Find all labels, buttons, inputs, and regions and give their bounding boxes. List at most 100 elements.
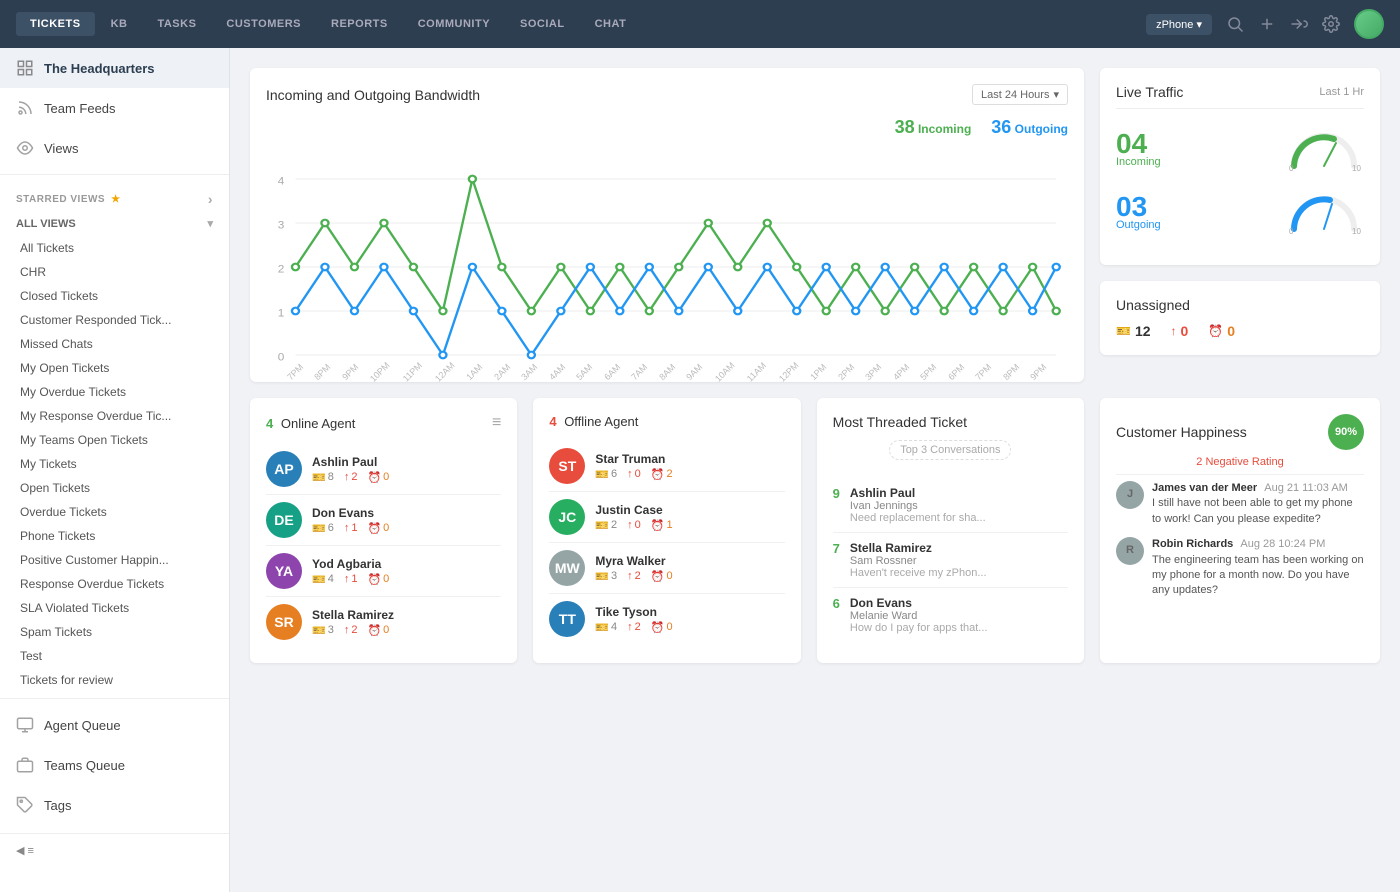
ticket-stat: 🎫 6 [312, 522, 334, 535]
overdue-stat: ⏰ 0 [367, 573, 389, 586]
feedback-date: Aug 21 11:03 AM [1264, 482, 1348, 494]
view-spam-tickets[interactable]: Spam Tickets [0, 620, 229, 644]
sidebar-item-tags[interactable]: Tags [0, 785, 229, 825]
ticket-stat: 🎫 2 [595, 519, 617, 532]
starred-views-label: STARRED VIEWS ★ › [0, 181, 229, 211]
view-my-open-tickets[interactable]: My Open Tickets [0, 356, 229, 380]
view-my-overdue-tickets[interactable]: My Overdue Tickets [0, 380, 229, 404]
unassigned-ticket-count: 12 [1135, 323, 1151, 339]
bandwidth-title: Incoming and Outgoing Bandwidth [266, 87, 480, 103]
nav-tab-customers[interactable]: CUSTOMERS [212, 12, 315, 36]
outgoing-legend: 36 Outgoing [991, 117, 1068, 138]
view-phone-tickets[interactable]: Phone Tickets [0, 524, 229, 548]
outgoing-gauge-svg: 0 10 [1284, 184, 1364, 234]
table-row: TT Tike Tyson 🎫 4 ↑ 2 ⏰ 0 [549, 594, 784, 644]
view-my-teams-open[interactable]: My Teams Open Tickets [0, 428, 229, 452]
sidebar-item-views[interactable]: Views [0, 128, 229, 168]
overdue-stat: ⏰ 0 [651, 570, 673, 583]
view-my-response-overdue[interactable]: My Response Overdue Tic... [0, 404, 229, 428]
agent-name: Stella Ramirez [312, 608, 501, 622]
settings-icon[interactable] [1322, 15, 1340, 33]
view-tickets-for-review[interactable]: Tickets for review [0, 668, 229, 692]
offline-agents-card: 4 Offline Agent ST Star Truman 🎫 6 ↑ 0 ⏰… [533, 398, 800, 663]
negative-rating-label: 2 Negative Rating [1116, 456, 1364, 475]
thread-agent-name: Ashlin Paul [850, 486, 1068, 500]
nav-tab-kb[interactable]: KB [97, 12, 142, 36]
overdue-stat: ⏰ 0 [651, 621, 673, 634]
happiness-title: Customer Happiness [1116, 424, 1247, 440]
urgent-stat: ↑ 2 [627, 570, 641, 583]
x-axis-labels: 7PM 8PM 9PM 10PM 11PM 12AM 1AM 2AM 3AM 4… [266, 367, 1068, 377]
feedback-message: The engineering team has been working on… [1152, 553, 1364, 599]
svg-text:4: 4 [278, 176, 285, 188]
nav-tab-reports[interactable]: REPORTS [317, 12, 402, 36]
offline-agent-count: 4 [549, 414, 556, 429]
ticket-stat: 🎫 6 [595, 468, 617, 481]
share-icon[interactable] [1290, 15, 1308, 33]
unassigned-urgent: ↑ 0 [1171, 323, 1189, 339]
view-positive-customer[interactable]: Positive Customer Happin... [0, 548, 229, 572]
nav-tab-tickets[interactable]: TICKETS [16, 12, 95, 36]
view-my-tickets[interactable]: My Tickets [0, 452, 229, 476]
thread-sub-name: Ivan Jennings [850, 500, 1068, 512]
right-panel: Live Traffic Last 1 Hr 04 Incoming [1100, 68, 1380, 382]
sidebar-item-headquarters[interactable]: The Headquarters [0, 48, 229, 88]
collapse-sidebar-button[interactable]: ◀ ≡ [0, 833, 229, 867]
user-avatar[interactable] [1354, 9, 1384, 39]
teams-queue-icon [16, 756, 34, 774]
happiness-header: Customer Happiness 90% [1116, 414, 1364, 450]
view-open-tickets[interactable]: Open Tickets [0, 476, 229, 500]
svg-text:0: 0 [1289, 164, 1294, 171]
agent-name: Yod Agbaria [312, 557, 501, 571]
all-views-chevron[interactable]: ▾ [207, 217, 213, 230]
unassigned-title: Unassigned [1116, 297, 1364, 313]
search-icon[interactable] [1226, 15, 1244, 33]
offline-agents-header: 4 Offline Agent [549, 414, 784, 429]
starred-arrow[interactable]: › [208, 191, 213, 207]
most-threaded-card: Most Threaded Ticket Top 3 Conversations… [817, 398, 1084, 663]
list-item: J James van der Meer Aug 21 11:03 AM I s… [1116, 481, 1364, 527]
live-traffic-header: Live Traffic Last 1 Hr [1116, 84, 1364, 109]
online-agents-menu[interactable]: ≡ [492, 414, 501, 432]
view-customer-responded[interactable]: Customer Responded Tick... [0, 308, 229, 332]
sidebar-item-agent-queue[interactable]: Agent Queue [0, 705, 229, 745]
urgent-stat: ↑ 1 [344, 522, 358, 535]
top-grid: Incoming and Outgoing Bandwidth Last 24 … [250, 68, 1380, 382]
view-response-overdue[interactable]: Response Overdue Tickets [0, 572, 229, 596]
agent-name: Ashlin Paul [312, 455, 501, 469]
view-all-tickets[interactable]: All Tickets [0, 236, 229, 260]
nav-tab-community[interactable]: COMMUNITY [404, 12, 504, 36]
table-row: ST Star Truman 🎫 6 ↑ 0 ⏰ 2 [549, 441, 784, 492]
view-chr[interactable]: CHR [0, 260, 229, 284]
list-item: 6 Don Evans Melanie Ward How do I pay fo… [833, 588, 1068, 642]
bandwidth-card: Incoming and Outgoing Bandwidth Last 24 … [250, 68, 1084, 382]
view-sla-violated[interactable]: SLA Violated Tickets [0, 596, 229, 620]
add-icon[interactable] [1258, 15, 1276, 33]
time-filter-dropdown[interactable]: Last 24 Hours ▾ [972, 84, 1068, 105]
ticket-stat: 🎫 3 [312, 624, 334, 637]
sidebar-item-team-feeds[interactable]: Team Feeds [0, 88, 229, 128]
thread-sub-name: Melanie Ward [850, 610, 1068, 622]
nav-tab-social[interactable]: SOCIAL [506, 12, 579, 36]
unassigned-card: Unassigned 🎫 12 ↑ 0 ⏰ 0 [1100, 281, 1380, 355]
table-row: JC Justin Case 🎫 2 ↑ 0 ⏰ 1 [549, 492, 784, 543]
agent-name: Tike Tyson [595, 605, 784, 619]
nav-tab-chat[interactable]: CHAT [581, 12, 641, 36]
agent-name: Don Evans [312, 506, 501, 520]
view-missed-chats[interactable]: Missed Chats [0, 332, 229, 356]
sidebar-item-teams-queue[interactable]: Teams Queue [0, 745, 229, 785]
all-views-header[interactable]: ALL VIEWS ▾ [0, 211, 229, 236]
feedback-message: I still have not been able to get my pho… [1152, 496, 1364, 527]
online-agents-header: 4 Online Agent ≡ [266, 414, 501, 432]
urgent-stat: ↑ 0 [627, 468, 641, 481]
ticket-stat: 🎫 8 [312, 471, 334, 484]
svg-text:10: 10 [1352, 227, 1361, 234]
urgent-stat: ↑ 2 [344, 624, 358, 637]
phone-selector[interactable]: zPhone ▾ [1146, 14, 1212, 35]
view-test[interactable]: Test [0, 644, 229, 668]
nav-tab-tasks[interactable]: TASKS [143, 12, 210, 36]
view-closed-tickets[interactable]: Closed Tickets [0, 284, 229, 308]
view-overdue-tickets[interactable]: Overdue Tickets [0, 500, 229, 524]
table-row: DE Don Evans 🎫 6 ↑ 1 ⏰ 0 [266, 495, 501, 546]
sidebar-view-list: All Tickets CHR Closed Tickets Customer … [0, 236, 229, 692]
